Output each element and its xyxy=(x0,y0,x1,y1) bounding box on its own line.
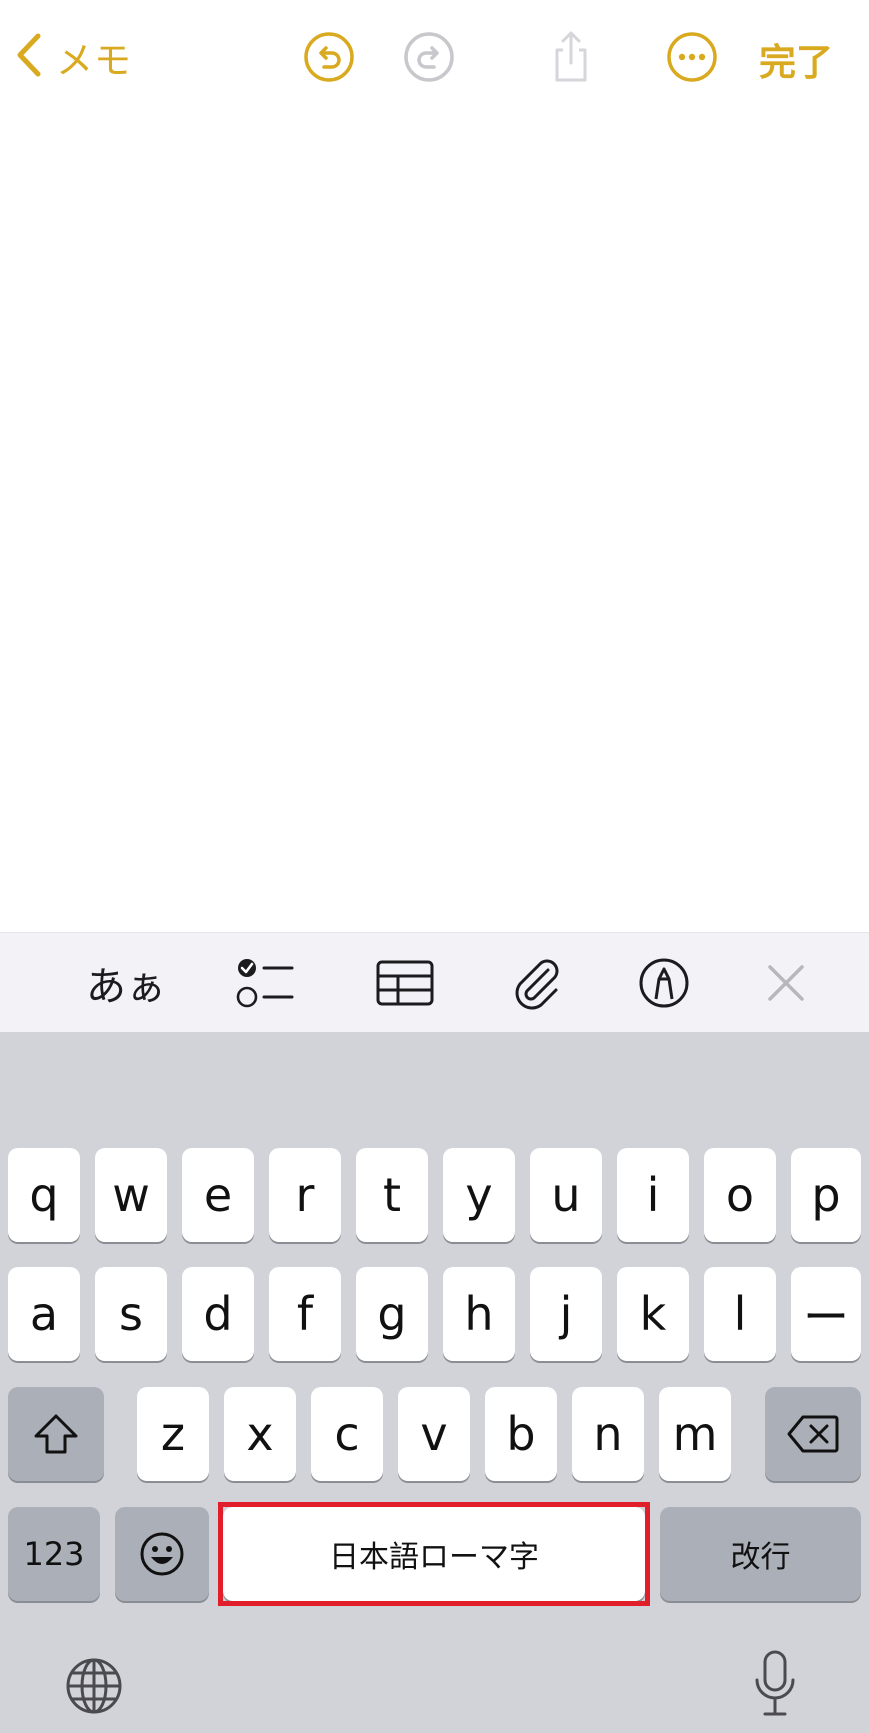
done-button[interactable]: 完了 xyxy=(759,32,833,86)
checklist-icon xyxy=(236,959,294,1008)
key-z[interactable]: z xyxy=(137,1387,209,1481)
more-button[interactable] xyxy=(665,30,719,84)
table-button[interactable] xyxy=(372,953,438,1013)
key-o[interactable]: o xyxy=(704,1148,776,1242)
key-t[interactable]: t xyxy=(356,1148,428,1242)
close-format-button[interactable] xyxy=(762,953,810,1013)
key-k[interactable]: k xyxy=(617,1267,689,1361)
key-c[interactable]: c xyxy=(311,1387,383,1481)
key-j[interactable]: j xyxy=(530,1267,602,1361)
redo-icon xyxy=(404,32,454,82)
backspace-icon xyxy=(787,1415,839,1453)
key-h[interactable]: h xyxy=(443,1267,515,1361)
key-u[interactable]: u xyxy=(530,1148,602,1242)
chevron-left-icon xyxy=(14,32,44,82)
text-style-button[interactable]: あぁ xyxy=(86,953,166,1013)
key-l[interactable]: l xyxy=(704,1267,776,1361)
emoji-icon xyxy=(140,1532,184,1576)
undo-button[interactable] xyxy=(302,30,356,84)
back-button[interactable]: メモ xyxy=(14,28,132,86)
key-a[interactable]: a xyxy=(8,1267,80,1361)
key-m[interactable]: m xyxy=(659,1387,731,1481)
paperclip-icon xyxy=(515,959,559,1010)
text-style-label: あぁ xyxy=(86,964,166,1010)
key-g[interactable]: g xyxy=(356,1267,428,1361)
key-r[interactable]: r xyxy=(269,1148,341,1242)
share-icon xyxy=(555,31,587,82)
key-i[interactable]: i xyxy=(617,1148,689,1242)
key-x[interactable]: x xyxy=(224,1387,296,1481)
emoji-key[interactable] xyxy=(115,1507,209,1601)
key-p[interactable]: p xyxy=(791,1148,861,1242)
checklist-button[interactable] xyxy=(232,953,300,1013)
space-key[interactable]: 日本語ローマ字 xyxy=(223,1507,645,1601)
key-d[interactable]: d xyxy=(182,1267,254,1361)
markup-pen-icon xyxy=(639,958,689,1008)
key-y[interactable]: y xyxy=(443,1148,515,1242)
shift-key[interactable] xyxy=(8,1387,104,1481)
navigation-bar: メモ 完了 xyxy=(0,0,869,120)
globe-icon xyxy=(66,1658,122,1714)
share-button[interactable] xyxy=(544,30,598,84)
key-v[interactable]: v xyxy=(398,1387,470,1481)
key-b[interactable]: b xyxy=(485,1387,557,1481)
globe-button[interactable] xyxy=(64,1656,124,1720)
numbers-key[interactable]: 123 xyxy=(8,1507,100,1601)
delete-key[interactable] xyxy=(765,1387,861,1481)
back-button-label: メモ xyxy=(56,39,132,82)
shift-icon xyxy=(34,1414,78,1454)
redo-button[interactable] xyxy=(402,30,456,84)
more-icon xyxy=(667,32,717,82)
undo-icon xyxy=(304,32,354,82)
key-n[interactable]: n xyxy=(572,1387,644,1481)
note-editor[interactable] xyxy=(0,120,869,932)
close-icon xyxy=(768,965,804,1001)
markup-button[interactable] xyxy=(636,953,692,1013)
key-long-vowel[interactable]: ー xyxy=(791,1267,861,1361)
key-q[interactable]: q xyxy=(8,1148,80,1242)
keyboard xyxy=(0,1032,869,1733)
key-w[interactable]: w xyxy=(95,1148,167,1242)
dictation-button[interactable] xyxy=(752,1650,798,1722)
return-key[interactable]: 改行 xyxy=(660,1507,861,1601)
key-f[interactable]: f xyxy=(269,1267,341,1361)
table-icon xyxy=(376,960,434,1006)
microphone-icon xyxy=(755,1650,795,1716)
key-s[interactable]: s xyxy=(95,1267,167,1361)
format-toolbar: あぁ xyxy=(0,932,869,1033)
attach-button[interactable] xyxy=(508,953,566,1013)
key-e[interactable]: e xyxy=(182,1148,254,1242)
